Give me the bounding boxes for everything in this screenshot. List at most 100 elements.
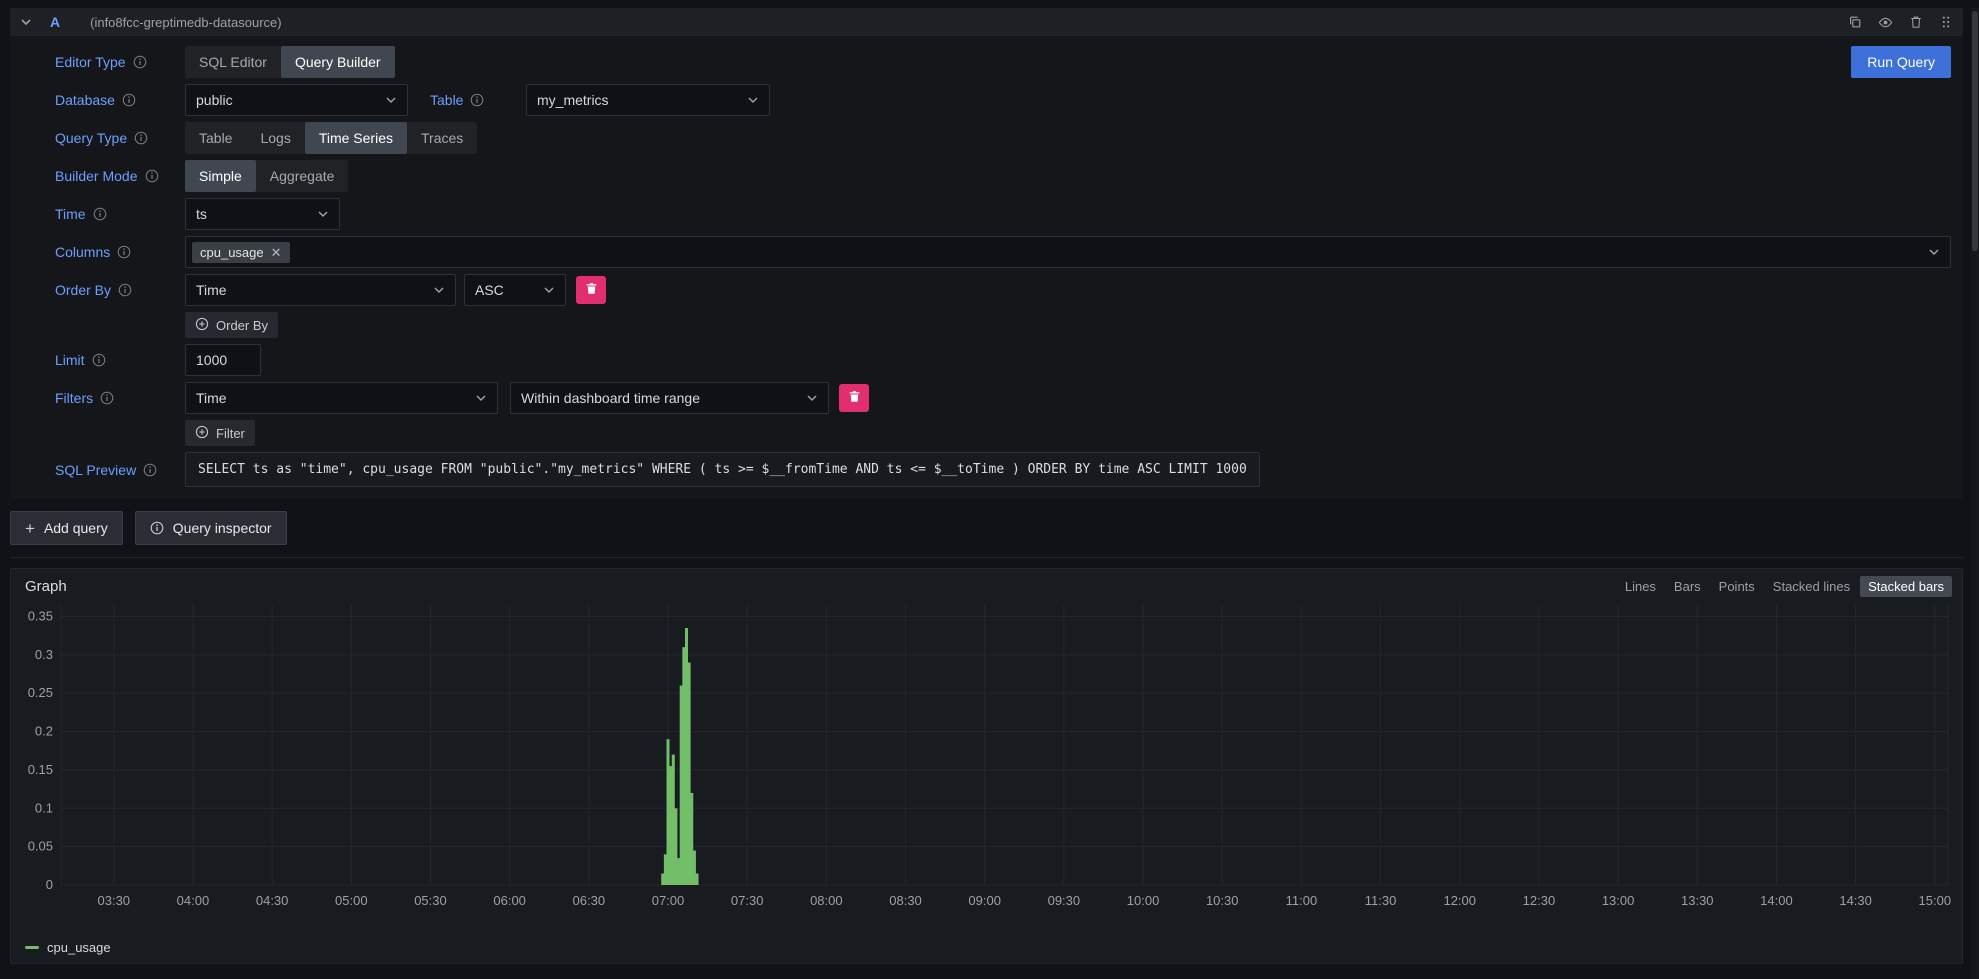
add-query-label: Add query	[44, 520, 108, 536]
order-by-field-value: Time	[196, 282, 227, 298]
display-mode-option-points[interactable]: Points	[1711, 576, 1763, 597]
order-by-direction-value: ASC	[475, 282, 504, 298]
x-tick-label: 06:00	[493, 893, 526, 908]
editor-type-option-sql-editor[interactable]: SQL Editor	[185, 46, 281, 78]
x-tick-label: 10:30	[1206, 893, 1239, 908]
limit-info-icon[interactable]	[92, 353, 106, 367]
query-type-info-icon[interactable]	[134, 131, 148, 145]
y-tick-label: 0.35	[28, 609, 53, 624]
x-tick-label: 07:00	[652, 893, 685, 908]
remove-chip-icon[interactable]: ✕	[271, 246, 282, 259]
add-order-by-button[interactable]: Order By	[185, 312, 278, 338]
table-info-icon[interactable]	[470, 93, 484, 107]
builder-mode-option-simple[interactable]: Simple	[185, 160, 256, 192]
drag-handle-icon[interactable]	[1939, 15, 1953, 29]
page-scrollbar[interactable]	[1971, 8, 1979, 979]
time-select[interactable]: ts	[185, 198, 340, 230]
chart-bar	[669, 766, 672, 885]
run-query-button[interactable]: Run Query	[1851, 46, 1951, 78]
panel-title[interactable]: Graph	[25, 578, 67, 595]
legend-label[interactable]: cpu_usage	[47, 940, 111, 955]
query-type-option-table[interactable]: Table	[185, 122, 246, 154]
delete-query-trash-icon[interactable]	[1909, 15, 1923, 29]
display-mode-option-stacked-lines[interactable]: Stacked lines	[1765, 576, 1858, 597]
editor-type-row: Editor Type SQL EditorQuery Builder Run …	[55, 46, 1951, 78]
query-type-row: Query Type TableLogsTime SeriesTraces	[55, 122, 1951, 154]
display-mode-option-stacked-bars[interactable]: Stacked bars	[1860, 576, 1952, 597]
sql-preview-info-icon[interactable]	[143, 463, 157, 477]
chart-bar	[682, 647, 685, 885]
limit-label: Limit	[55, 352, 85, 368]
columns-multiselect[interactable]: cpu_usage ✕	[185, 236, 1951, 268]
query-type-option-logs[interactable]: Logs	[246, 122, 304, 154]
filters-info-icon[interactable]	[100, 391, 114, 405]
trash-icon	[585, 282, 598, 298]
limit-input[interactable]	[185, 344, 261, 376]
time-info-icon[interactable]	[93, 207, 107, 221]
add-order-by-label: Order By	[216, 318, 268, 333]
columns-row: Columns cpu_usage ✕	[55, 236, 1951, 268]
toggle-visibility-eye-icon[interactable]	[1878, 15, 1893, 30]
chart-bar	[693, 850, 696, 885]
chevron-down-icon	[796, 392, 818, 404]
chart-bar	[680, 686, 683, 885]
x-tick-label: 12:00	[1443, 893, 1476, 908]
remove-order-by-button[interactable]	[576, 276, 606, 304]
duplicate-query-icon[interactable]	[1848, 15, 1862, 29]
query-type-option-time-series[interactable]: Time Series	[305, 122, 407, 154]
column-chip[interactable]: cpu_usage ✕	[192, 242, 290, 263]
query-ref-id[interactable]: A	[50, 14, 60, 30]
add-filter-button[interactable]: Filter	[185, 420, 255, 446]
x-tick-label: 15:00	[1919, 893, 1952, 908]
builder-mode-info-icon[interactable]	[145, 169, 159, 183]
filter-condition-select[interactable]: Within dashboard time range	[510, 382, 829, 414]
chart-bar	[674, 808, 677, 885]
chart-bar	[696, 873, 699, 885]
query-type-option-traces[interactable]: Traces	[407, 122, 477, 154]
chart-bar	[664, 854, 667, 885]
y-tick-label: 0	[46, 877, 53, 892]
column-chip-label: cpu_usage	[200, 245, 264, 260]
chart-bar	[677, 858, 680, 885]
database-select[interactable]: public	[185, 84, 408, 116]
y-tick-label: 0.1	[35, 800, 53, 815]
chevron-down-icon	[375, 94, 397, 106]
trash-icon	[848, 390, 861, 406]
filter-field-select[interactable]: Time	[185, 382, 498, 414]
order-by-info-icon[interactable]	[118, 283, 132, 297]
x-tick-label: 12:30	[1523, 893, 1556, 908]
sql-preview-row: SQL Preview SELECT ts as "time", cpu_usa…	[55, 452, 1951, 487]
editor-type-info-icon[interactable]	[133, 55, 147, 69]
scrollbar-thumb[interactable]	[1972, 11, 1978, 251]
filter-field-value: Time	[196, 390, 227, 406]
editor-type-toggle: SQL EditorQuery Builder	[185, 46, 395, 78]
editor-type-option-query-builder[interactable]: Query Builder	[281, 46, 395, 78]
chevron-down-icon	[1918, 246, 1940, 258]
display-mode-option-bars[interactable]: Bars	[1666, 576, 1709, 597]
plus-icon: +	[25, 520, 35, 537]
sql-preview-label-cell: SQL Preview	[55, 462, 185, 478]
add-query-button[interactable]: + Add query	[10, 511, 123, 545]
database-info-icon[interactable]	[122, 93, 136, 107]
order-by-field-select[interactable]: Time	[185, 274, 456, 306]
graph-panel: Graph LinesBarsPointsStacked linesStacke…	[10, 568, 1963, 964]
x-tick-label: 05:30	[414, 893, 447, 908]
query-row-header: A (info8fcc-greptimedb-datasource)	[10, 8, 1963, 36]
time-series-chart[interactable]: 00.050.10.150.20.250.30.3503:3004:0004:3…	[15, 599, 1956, 929]
display-mode-option-lines[interactable]: Lines	[1617, 576, 1664, 597]
columns-info-icon[interactable]	[117, 245, 131, 259]
datasource-name: (info8fcc-greptimedb-datasource)	[90, 15, 281, 30]
remove-filter-button[interactable]	[839, 384, 869, 412]
collapse-chevron-icon[interactable]	[20, 16, 32, 28]
chart-area: 00.050.10.150.20.250.30.3503:3004:0004:3…	[11, 599, 1962, 940]
order-by-direction-select[interactable]: ASC	[464, 274, 566, 306]
section-divider	[10, 557, 1963, 558]
limit-label-cell: Limit	[55, 352, 185, 368]
filters-row: Filters Time Within dashboard time range	[55, 382, 1951, 414]
table-select[interactable]: my_metrics	[526, 84, 770, 116]
x-tick-label: 14:00	[1760, 893, 1793, 908]
builder-mode-option-aggregate[interactable]: Aggregate	[256, 160, 349, 192]
x-tick-label: 11:30	[1365, 893, 1397, 908]
table-label-cell: Table	[430, 92, 526, 108]
query-inspector-button[interactable]: Query inspector	[135, 511, 287, 545]
